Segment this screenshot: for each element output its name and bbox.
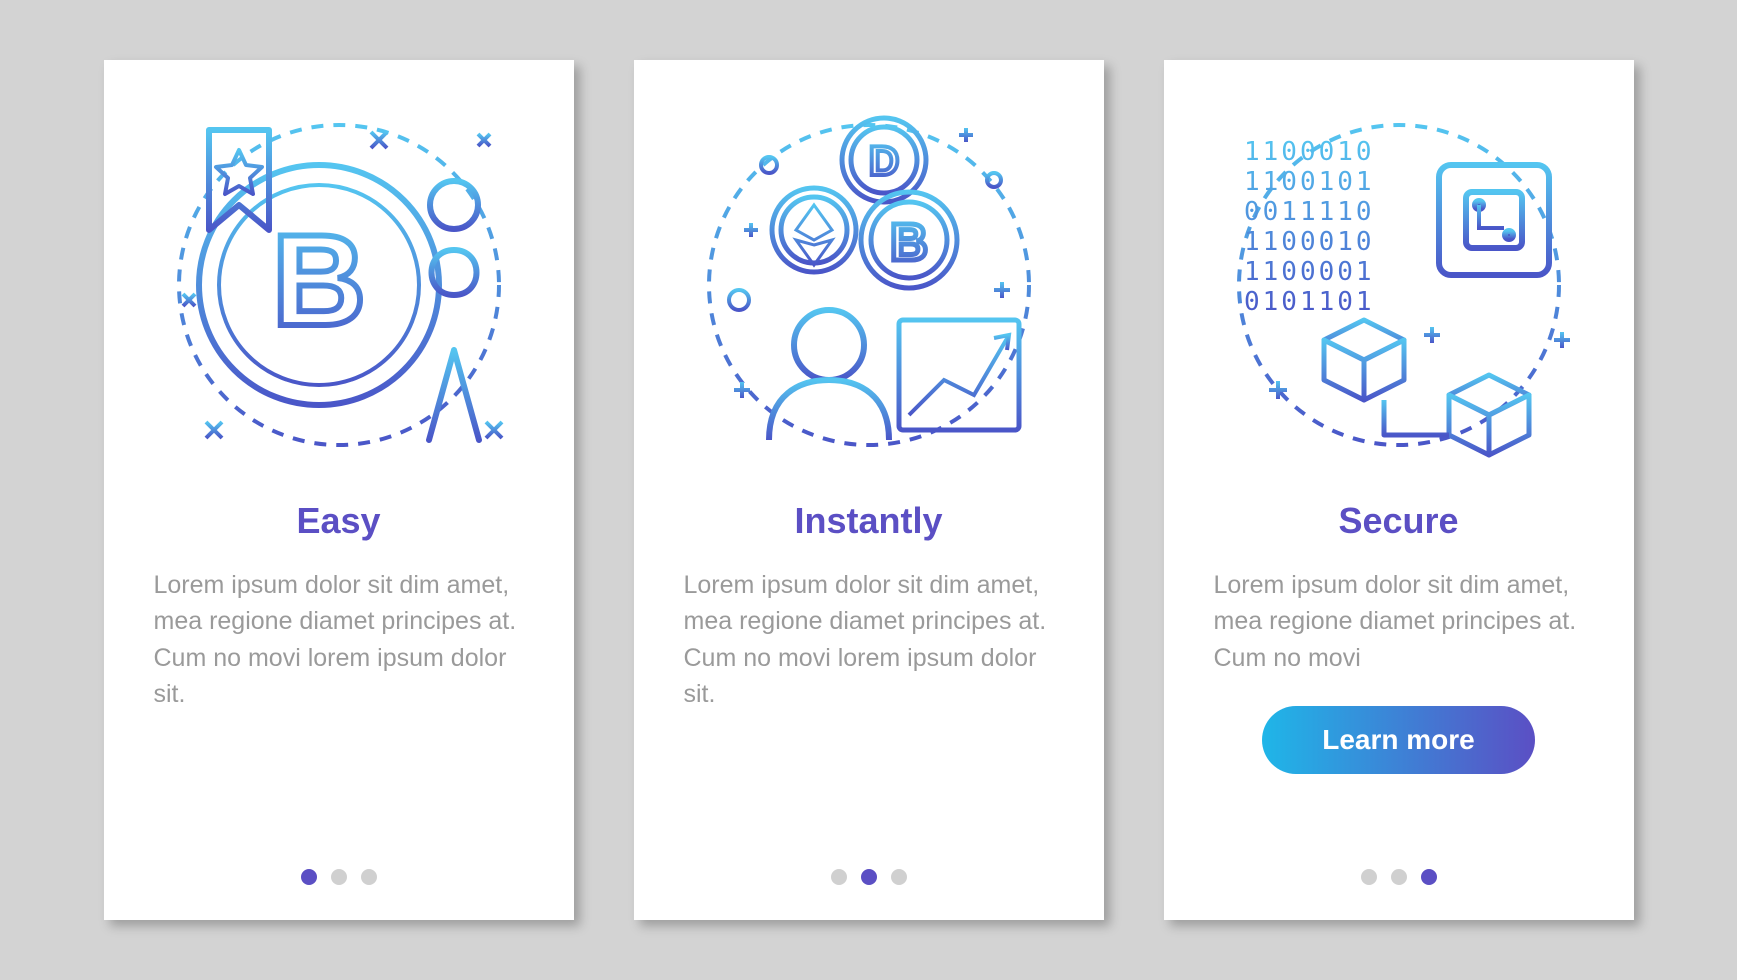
dot-2[interactable] <box>1391 869 1407 885</box>
svg-text:1100010 1100101: 1100010 1100101 0011110 1100010 1100001 … <box>1244 137 1393 317</box>
card-title: Secure <box>1338 500 1458 542</box>
easy-illustration: B <box>154 100 524 470</box>
dot-2[interactable] <box>861 869 877 885</box>
dot-3[interactable] <box>891 869 907 885</box>
dot-1[interactable] <box>1361 869 1377 885</box>
onboarding-card-instantly: D B <box>634 60 1104 920</box>
pagination-dots <box>301 869 377 885</box>
dot-1[interactable] <box>301 869 317 885</box>
dot-1[interactable] <box>831 869 847 885</box>
card-description: Lorem ipsum dolor sit dim amet, mea regi… <box>1214 567 1584 676</box>
pagination-dots <box>1361 869 1437 885</box>
svg-text:B: B <box>272 207 366 353</box>
onboarding-card-secure: 1100010 1100101 0011110 1100010 1100001 … <box>1164 60 1634 920</box>
secure-illustration: 1100010 1100101 0011110 1100010 1100001 … <box>1214 100 1584 470</box>
onboarding-card-easy: B Easy Lorem ips <box>104 60 574 920</box>
card-title: Easy <box>296 500 380 542</box>
instantly-illustration: D B <box>684 100 1054 470</box>
card-description: Lorem ipsum dolor sit dim amet, mea regi… <box>684 567 1054 712</box>
learn-more-button[interactable]: Learn more <box>1262 706 1535 774</box>
pagination-dots <box>831 869 907 885</box>
card-title: Instantly <box>794 500 942 542</box>
dot-2[interactable] <box>331 869 347 885</box>
svg-text:B: B <box>890 214 928 272</box>
card-description: Lorem ipsum dolor sit dim amet, mea regi… <box>154 567 524 712</box>
svg-text:D: D <box>868 137 898 184</box>
dot-3[interactable] <box>361 869 377 885</box>
dot-3[interactable] <box>1421 869 1437 885</box>
